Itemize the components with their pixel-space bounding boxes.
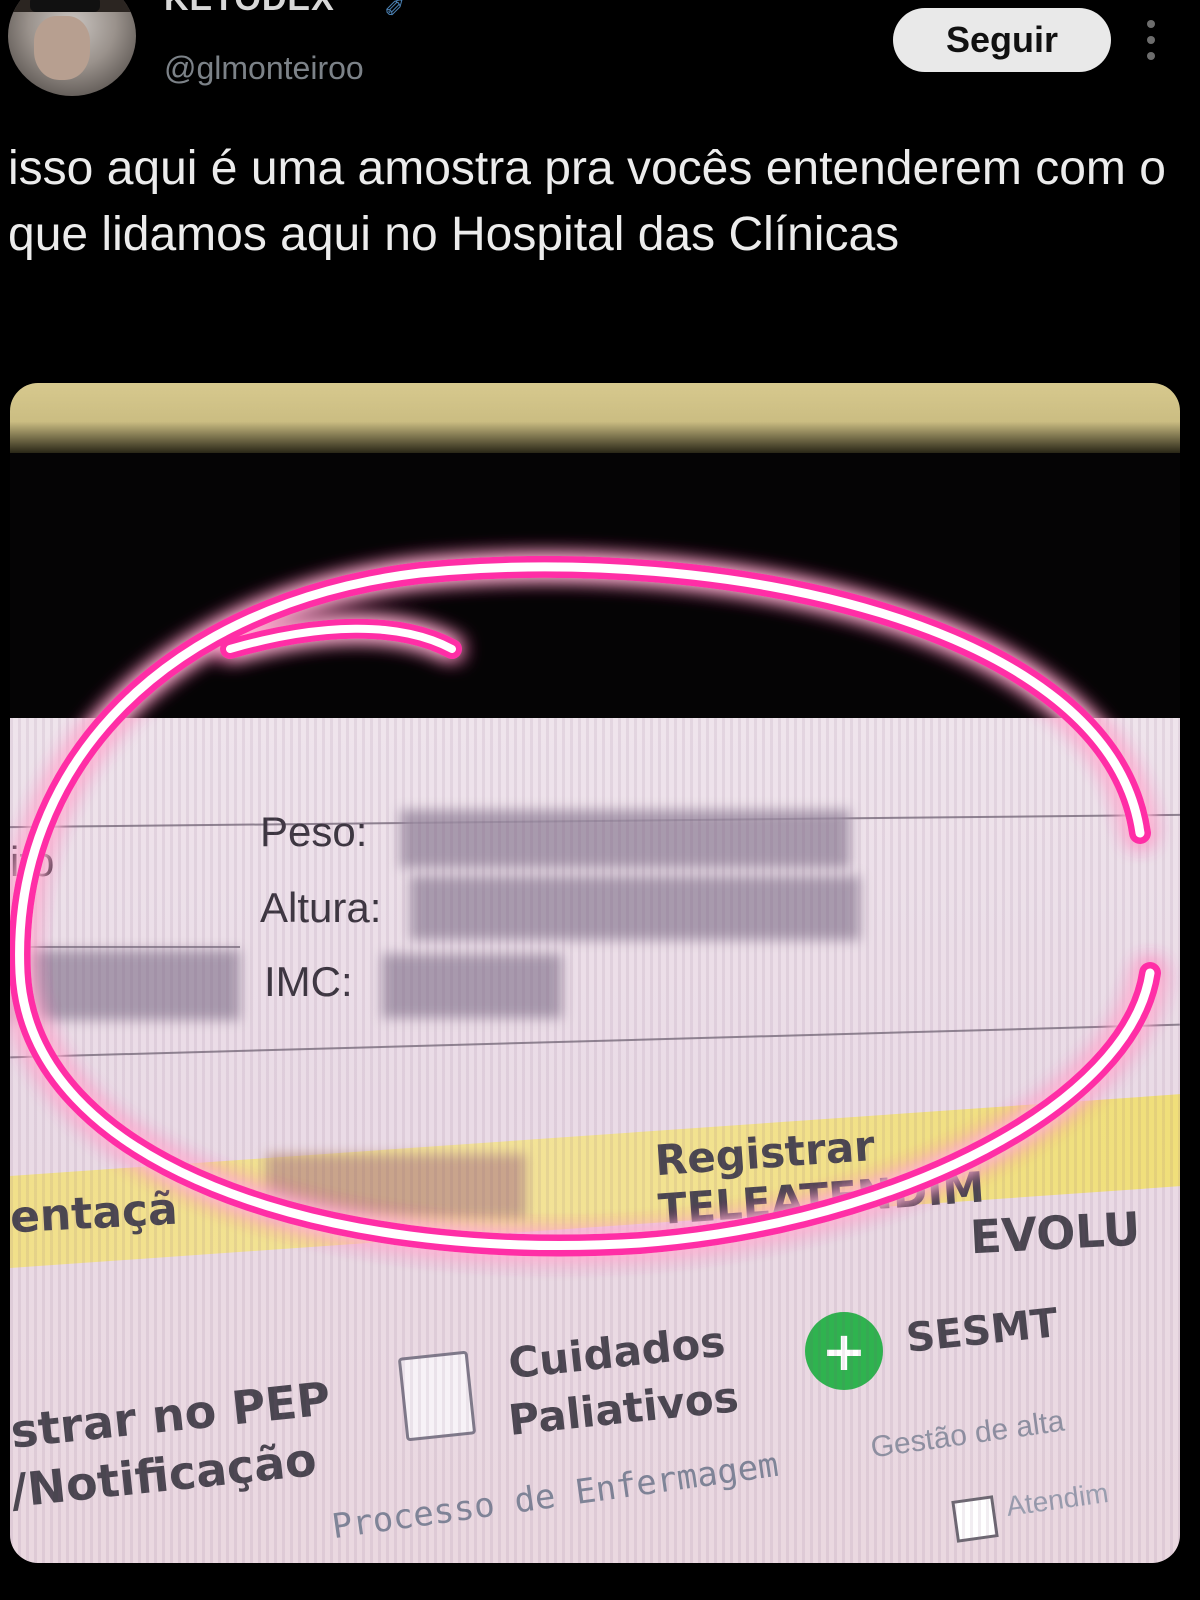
processo-enfermagem-link[interactable]: Processo de Enfermagem xyxy=(329,1445,781,1547)
sesmt-button[interactable]: SESMT xyxy=(904,1300,1060,1362)
display-name[interactable]: KETODEX xyxy=(164,0,335,19)
pep-register-button[interactable]: strar no PEP xyxy=(10,1371,333,1458)
avatar[interactable] xyxy=(8,0,136,96)
atendimento-label: Atendim xyxy=(1004,1477,1111,1523)
monitor-bezel xyxy=(10,383,1180,453)
user-handle[interactable]: @glmonteiroo xyxy=(164,50,364,87)
pencil-icon: ✐ xyxy=(384,0,406,24)
more-options-icon[interactable] xyxy=(1144,14,1158,70)
annotation-circle xyxy=(10,555,1161,1257)
paliativos-label: Paliativos xyxy=(506,1372,741,1445)
atendimento-checkbox[interactable] xyxy=(951,1495,999,1543)
cuidados-button[interactable]: Cuidados xyxy=(506,1317,727,1388)
gestao-alta-link[interactable]: Gestão de alta xyxy=(869,1405,1067,1466)
notification-button[interactable]: /Notificação xyxy=(10,1432,319,1518)
avatar-face xyxy=(34,16,90,80)
sesmt-cross-icon[interactable]: + xyxy=(805,1312,883,1390)
follow-button[interactable]: Seguir xyxy=(893,8,1111,72)
attached-photo[interactable]: ito Peso: Altura: IMC: Registrar TELEATE… xyxy=(10,383,1180,1563)
avatar-sunglasses xyxy=(30,0,100,12)
tweet-text: isso aqui é uma amostra pra vocês entend… xyxy=(8,142,1166,261)
document-icon[interactable] xyxy=(397,1350,477,1442)
